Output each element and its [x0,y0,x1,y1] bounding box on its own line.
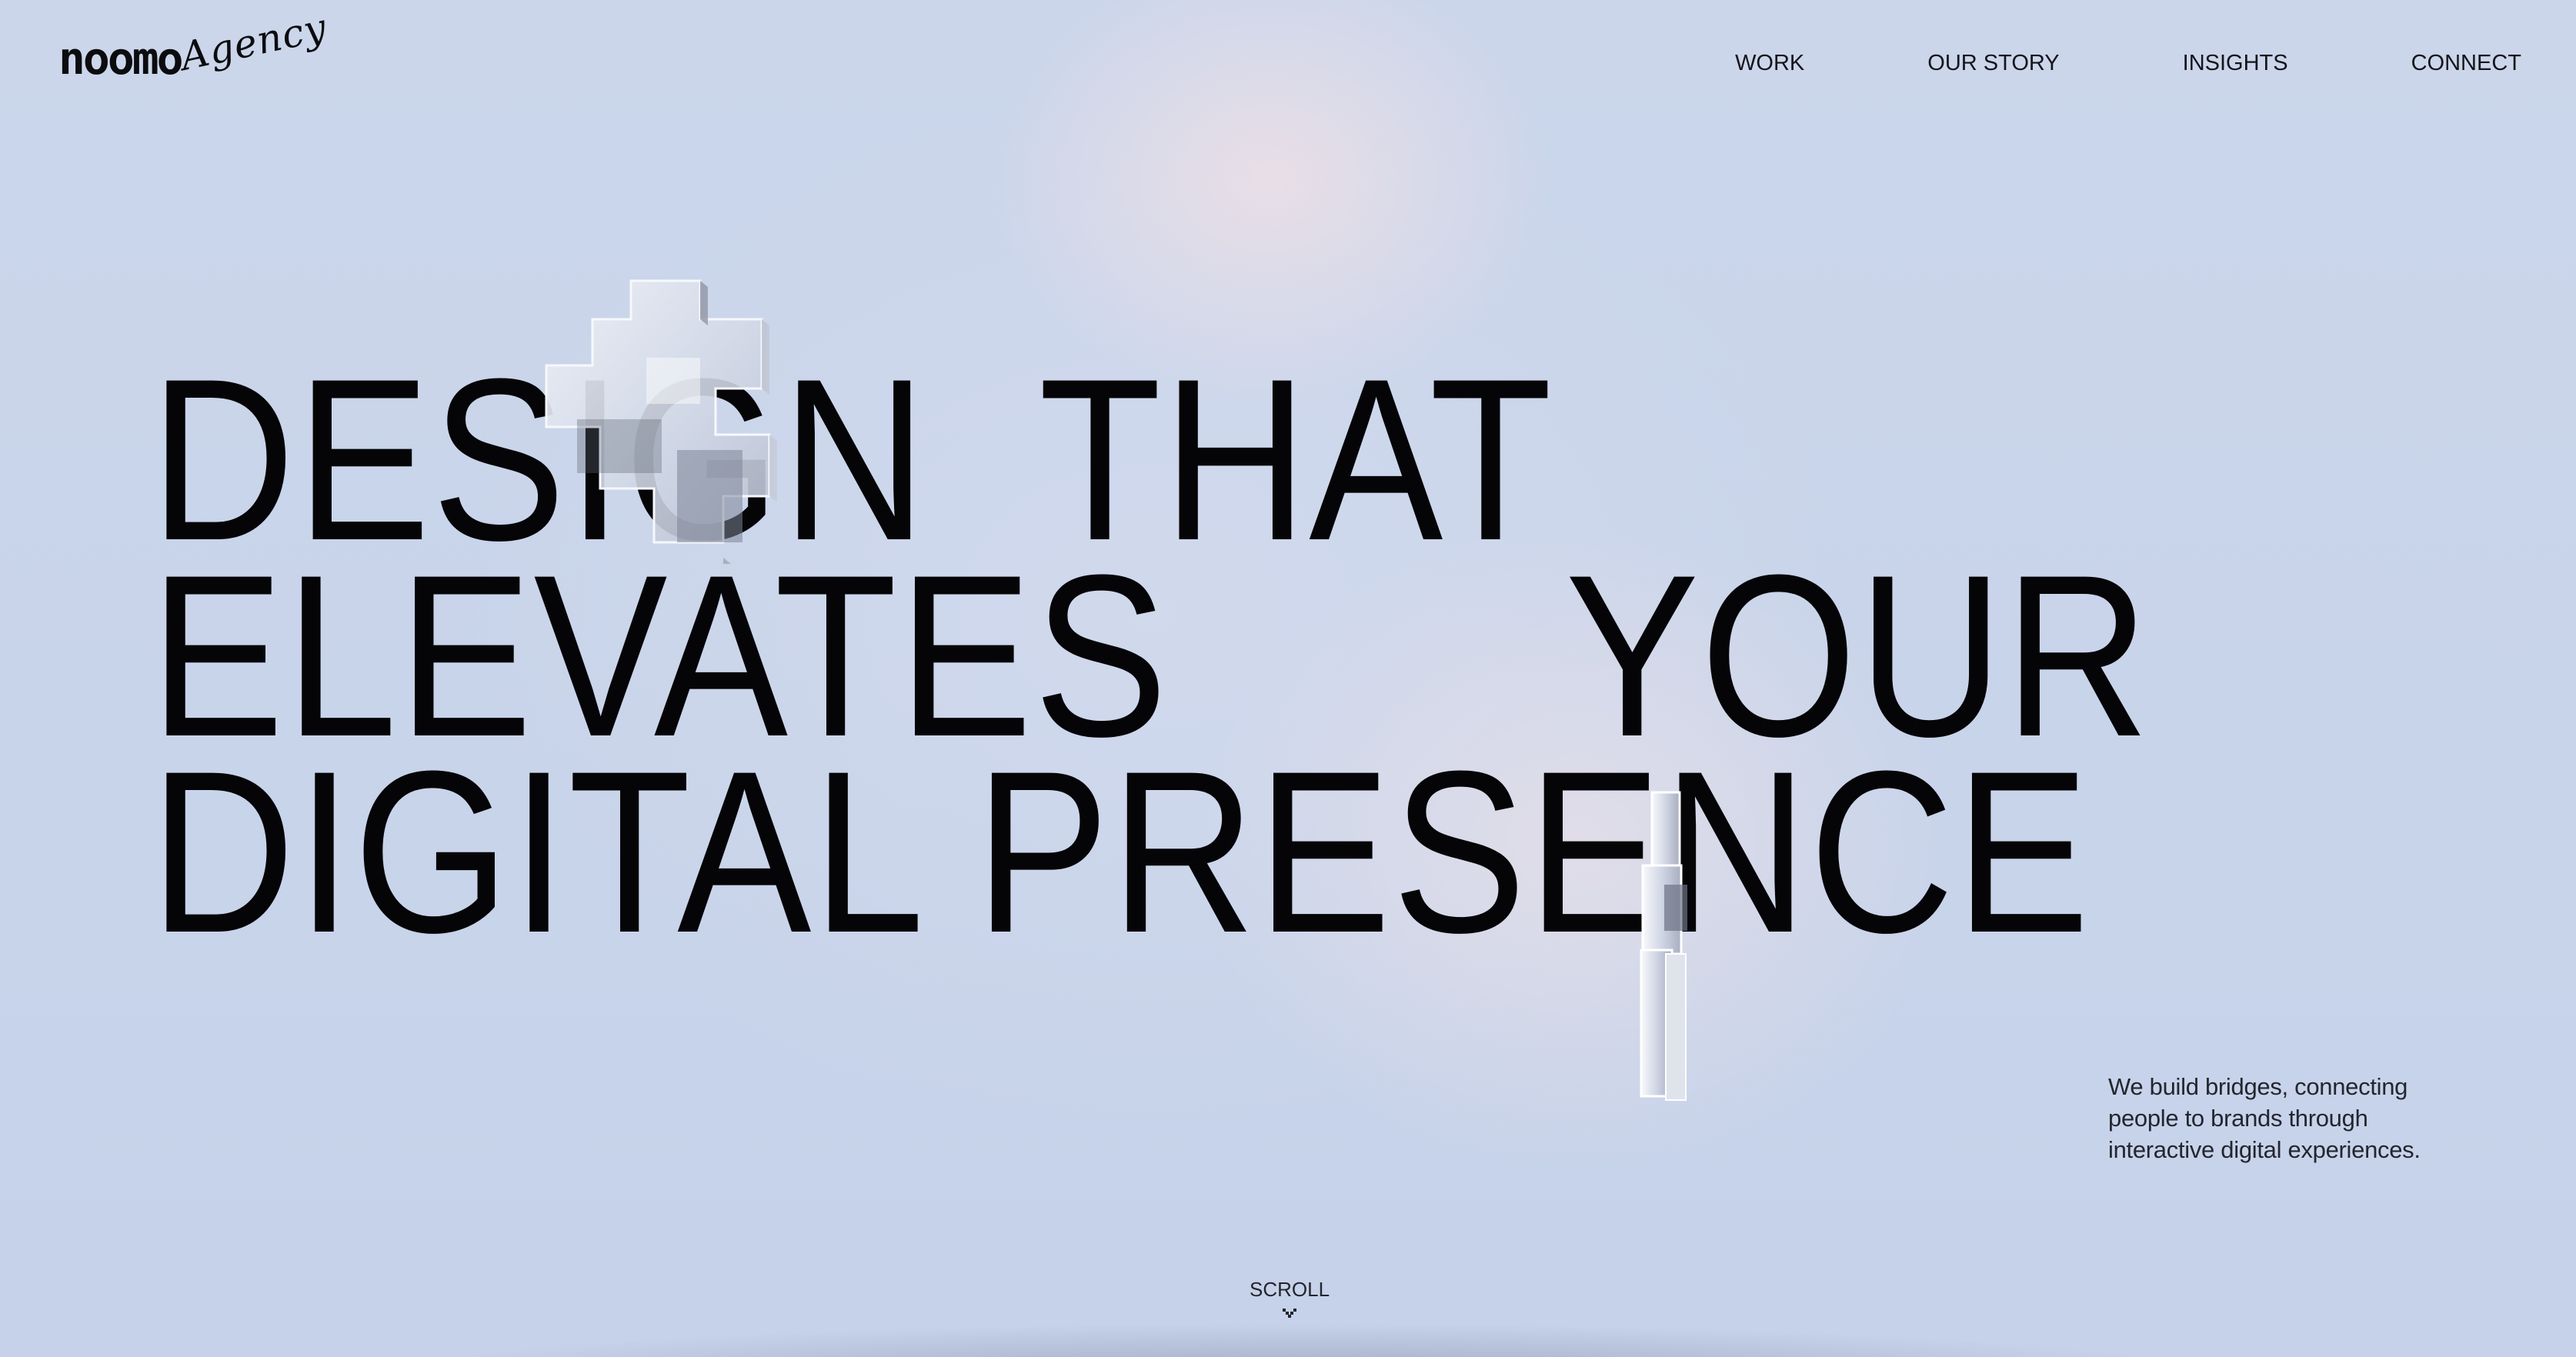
bottom-shadow [292,1319,2308,1357]
main-nav: WORK OUR STORY INSIGHTS CONNECT [1735,49,2521,77]
headline-line: DIGITAL PRESENCE [150,722,2091,981]
nav-connect[interactable]: CONNECT [2411,49,2521,77]
scroll-label: SCROLL [1249,1278,1330,1301]
hero-headline: DESIGN THAT ELEVATES YOUR DIGITAL PRESEN… [150,344,2151,981]
nav-work[interactable]: WORK [1735,49,1804,77]
logo-wordmark: noomo [58,32,184,85]
nav-our-story[interactable]: OUR STORY [1927,49,2059,77]
nav-insights[interactable]: INSIGHTS [2183,49,2288,77]
hero-tagline: We build bridges, connecting people to b… [2108,1073,2421,1163]
chevron-down-icon [1280,1306,1299,1320]
logo-link[interactable]: noomo Agency [58,5,334,108]
